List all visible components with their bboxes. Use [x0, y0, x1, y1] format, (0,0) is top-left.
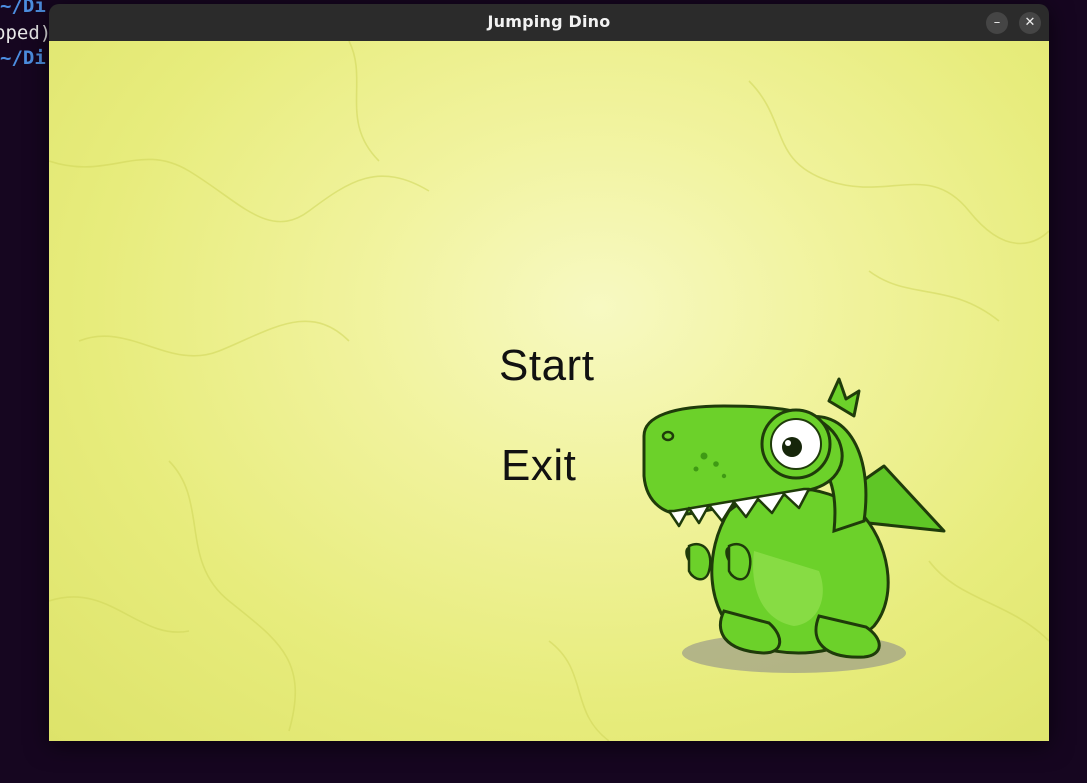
- terminal-text: ~/Di pped) ~/Di: [0, 0, 51, 125]
- close-icon: ✕: [1024, 15, 1036, 30]
- window-title: Jumping Dino: [487, 12, 611, 31]
- minimize-button[interactable]: –: [986, 12, 1008, 34]
- window-titlebar[interactable]: Jumping Dino – ✕: [49, 4, 1049, 42]
- dinosaur-illustration: [642, 377, 946, 673]
- terminal-line: ~/Di: [0, 47, 46, 69]
- exit-button[interactable]: Exit: [501, 441, 576, 491]
- game-window: Jumping Dino – ✕ Start Exit: [49, 4, 1049, 741]
- start-button[interactable]: Start: [499, 341, 594, 391]
- terminal-line: pped): [0, 22, 52, 44]
- terminal-line: ~/Di: [0, 0, 46, 17]
- close-button[interactable]: ✕: [1019, 12, 1041, 34]
- game-canvas[interactable]: Start Exit: [49, 41, 1049, 741]
- minimize-icon: –: [993, 15, 1001, 30]
